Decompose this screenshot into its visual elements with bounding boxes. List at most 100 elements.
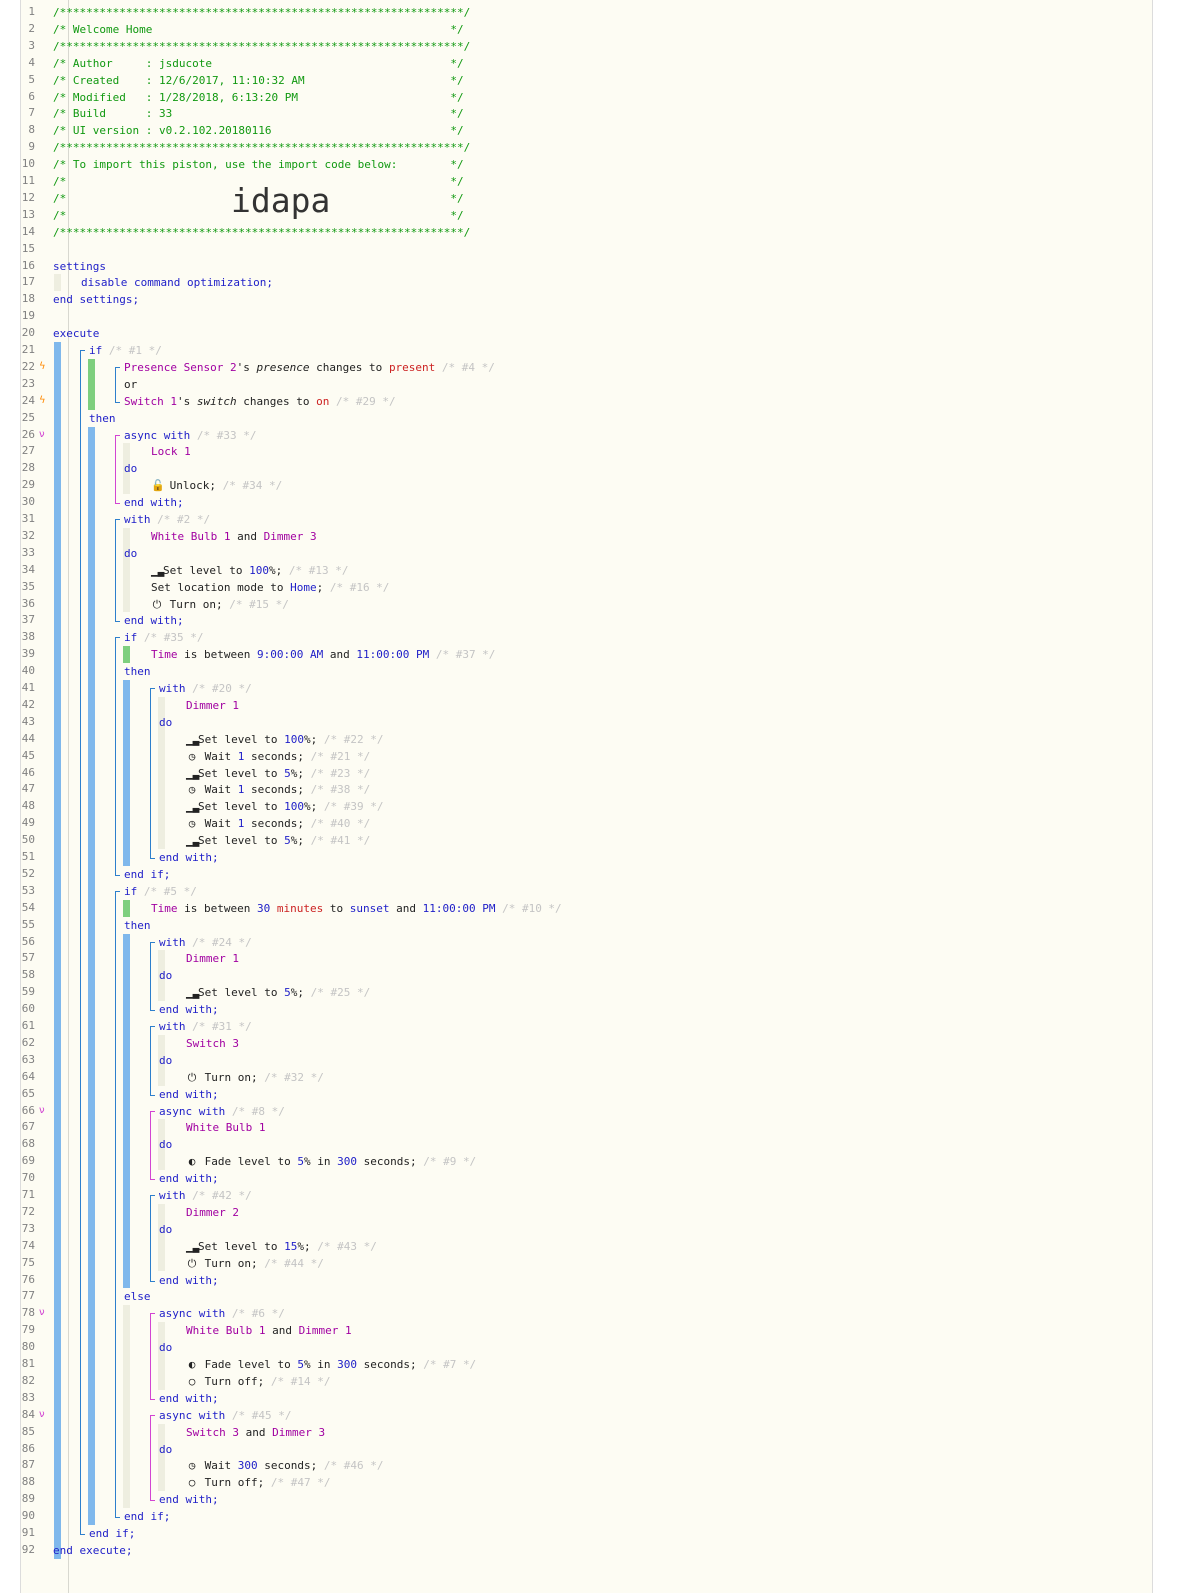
code-line[interactable]: /***************************************… bbox=[53, 139, 470, 156]
code-line[interactable]: ◷ Wait 1 seconds; /* #21 */ bbox=[186, 748, 371, 765]
code-line[interactable]: then bbox=[89, 410, 116, 427]
code-line[interactable]: ◷ Wait 1 seconds; /* #38 */ bbox=[186, 781, 371, 798]
code-line[interactable]: ▁▃Set level to 100%; /* #22 */ bbox=[186, 731, 383, 748]
code-line[interactable]: ▁▃Set level to 5%; /* #25 */ bbox=[186, 984, 370, 1001]
code-line[interactable]: ⏻ Turn on; /* #44 */ bbox=[186, 1255, 324, 1272]
code-line[interactable]: Dimmer 1 bbox=[186, 950, 239, 967]
code-line[interactable]: ▁▃Set level to 15%; /* #43 */ bbox=[186, 1238, 377, 1255]
code-line[interactable]: then bbox=[124, 663, 151, 680]
code-line[interactable]: ▁▃Set level to 5%; /* #23 */ bbox=[186, 765, 370, 782]
code-line[interactable]: async with /* #8 */ bbox=[159, 1103, 285, 1120]
code-line[interactable]: ◐ Fade level to 5% in 300 seconds; /* #9… bbox=[186, 1153, 477, 1170]
code-line[interactable]: end with; bbox=[159, 1491, 219, 1508]
code-line[interactable]: do bbox=[159, 1221, 172, 1238]
code-line[interactable]: ▁▃Set level to 100%; /* #13 */ bbox=[151, 562, 348, 579]
code-line[interactable]: ◷ Wait 300 seconds; /* #46 */ bbox=[186, 1457, 384, 1474]
code-line[interactable]: end with; bbox=[159, 1272, 219, 1289]
code-line[interactable]: ◐ Fade level to 5% in 300 seconds; /* #7… bbox=[186, 1356, 477, 1373]
block-bar bbox=[123, 527, 130, 613]
code-line[interactable]: do bbox=[124, 460, 137, 477]
code-line[interactable]: Switch 1's switch changes to on /* #29 *… bbox=[124, 393, 396, 410]
line-number: 26 bbox=[21, 427, 35, 441]
code-line[interactable]: ○ Turn off; /* #47 */ bbox=[186, 1474, 331, 1491]
code-line[interactable]: end with; bbox=[159, 1170, 219, 1187]
code-line[interactable]: async with /* #33 */ bbox=[124, 427, 256, 444]
code-line[interactable]: end execute; bbox=[53, 1542, 132, 1559]
line-number: 10 bbox=[21, 157, 35, 171]
code-line[interactable]: do bbox=[159, 1136, 172, 1153]
code-line[interactable]: /***************************************… bbox=[53, 224, 470, 241]
line-number: 7 bbox=[28, 106, 35, 120]
code-line[interactable]: then bbox=[124, 917, 151, 934]
code-line[interactable]: end if; bbox=[124, 866, 170, 883]
code-line[interactable]: async with /* #6 */ bbox=[159, 1305, 285, 1322]
code-line[interactable]: do bbox=[159, 1441, 172, 1458]
code-line[interactable]: Switch 3 and Dimmer 3 bbox=[186, 1424, 325, 1441]
code-line[interactable]: Dimmer 2 bbox=[186, 1204, 239, 1221]
code-line[interactable]: Time is between 9:00:00 AM and 11:00:00 … bbox=[151, 646, 495, 663]
code-line[interactable]: settings bbox=[53, 258, 106, 275]
code-line[interactable]: Lock 1 bbox=[151, 443, 191, 460]
code-line[interactable]: ⏻ Turn on; /* #32 */ bbox=[186, 1069, 324, 1086]
code-line[interactable]: if /* #35 */ bbox=[124, 629, 203, 646]
line-number: 41 bbox=[21, 681, 35, 694]
code-line[interactable]: ▁▃Set level to 100%; /* #39 */ bbox=[186, 798, 383, 815]
code-line[interactable]: /***************************************… bbox=[53, 38, 470, 55]
code-line[interactable]: Dimmer 1 bbox=[186, 697, 239, 714]
code-line[interactable]: end with; bbox=[159, 1001, 219, 1018]
code-line[interactable]: with /* #42 */ bbox=[159, 1187, 252, 1204]
line-number: 84 bbox=[21, 1407, 35, 1421]
code-line[interactable]: with /* #20 */ bbox=[159, 680, 252, 697]
line-number: 90 bbox=[21, 1509, 35, 1523]
block-bracket bbox=[115, 890, 120, 1519]
code-line[interactable]: White Bulb 1 bbox=[186, 1119, 265, 1136]
code-line[interactable]: Time is between 30 minutes to sunset and… bbox=[151, 900, 562, 917]
code-line[interactable]: end with; bbox=[159, 1086, 219, 1103]
code-line[interactable]: end with; bbox=[159, 1390, 219, 1407]
code-line[interactable]: end with; bbox=[124, 494, 184, 511]
signal-bars-icon: ▁▃ bbox=[186, 986, 200, 1000]
code-line[interactable]: /* Modified : 1/28/2018, 6:13:20 PM */ bbox=[53, 89, 464, 106]
code-line[interactable]: async with /* #45 */ bbox=[159, 1407, 291, 1424]
code-line[interactable]: end if; bbox=[124, 1508, 170, 1525]
code-line[interactable]: do bbox=[124, 545, 137, 562]
code-line[interactable]: Switch 3 bbox=[186, 1035, 239, 1052]
code-line[interactable]: with /* #2 */ bbox=[124, 511, 210, 528]
code-line[interactable]: /* Build : 33 */ bbox=[53, 105, 464, 122]
code-line[interactable]: /* UI version : v0.2.102.20180116 */ bbox=[53, 122, 464, 139]
code-line[interactable]: /* Created : 12/6/2017, 11:10:32 AM */ bbox=[53, 72, 464, 89]
code-line[interactable]: if /* #1 */ bbox=[89, 342, 162, 359]
code-line[interactable]: Set location mode to Home; /* #16 */ bbox=[151, 579, 389, 596]
code-line[interactable]: do bbox=[159, 714, 172, 731]
code-line[interactable]: execute bbox=[53, 325, 99, 342]
code-line[interactable]: White Bulb 1 and Dimmer 1 bbox=[186, 1322, 352, 1339]
code-line[interactable]: with /* #24 */ bbox=[159, 934, 252, 951]
code-line[interactable]: /***************************************… bbox=[53, 4, 470, 21]
code-line[interactable]: do bbox=[159, 1339, 172, 1356]
block-bar bbox=[54, 274, 61, 292]
code-line[interactable]: end with; bbox=[124, 612, 184, 629]
code-line[interactable]: or bbox=[124, 376, 137, 393]
line-number: 67 bbox=[21, 1120, 35, 1134]
code-line[interactable]: /* To import this piston, use the import… bbox=[53, 156, 464, 173]
code-line[interactable]: end settings; bbox=[53, 291, 139, 308]
code-line[interactable]: /* Welcome Home */ bbox=[53, 21, 464, 38]
code-line[interactable]: White Bulb 1 and Dimmer 3 bbox=[151, 528, 317, 545]
import-code[interactable]: idapa bbox=[231, 183, 330, 219]
code-line[interactable]: /* Author : jsducote */ bbox=[53, 55, 464, 72]
code-line[interactable]: end with; bbox=[159, 849, 219, 866]
code-line[interactable]: Presence Sensor 2's presence changes to … bbox=[124, 359, 495, 376]
code-line[interactable]: ◷ Wait 1 seconds; /* #40 */ bbox=[186, 815, 371, 832]
code-line[interactable]: ⏻ Turn on; /* #15 */ bbox=[151, 596, 289, 613]
code-line[interactable]: do bbox=[159, 967, 172, 984]
code-line[interactable]: do bbox=[159, 1052, 172, 1069]
code-line[interactable]: 🔓 Unlock; /* #34 */ bbox=[151, 477, 282, 494]
code-line[interactable]: end if; bbox=[89, 1525, 135, 1542]
line-number: 61 bbox=[21, 1019, 35, 1032]
code-line[interactable]: ▁▃Set level to 5%; /* #41 */ bbox=[186, 832, 370, 849]
code-line[interactable]: disable command optimization; bbox=[81, 274, 273, 291]
code-line[interactable]: ○ Turn off; /* #14 */ bbox=[186, 1373, 331, 1390]
code-line[interactable]: if /* #5 */ bbox=[124, 883, 197, 900]
code-line[interactable]: else bbox=[124, 1288, 151, 1305]
code-line[interactable]: with /* #31 */ bbox=[159, 1018, 252, 1035]
